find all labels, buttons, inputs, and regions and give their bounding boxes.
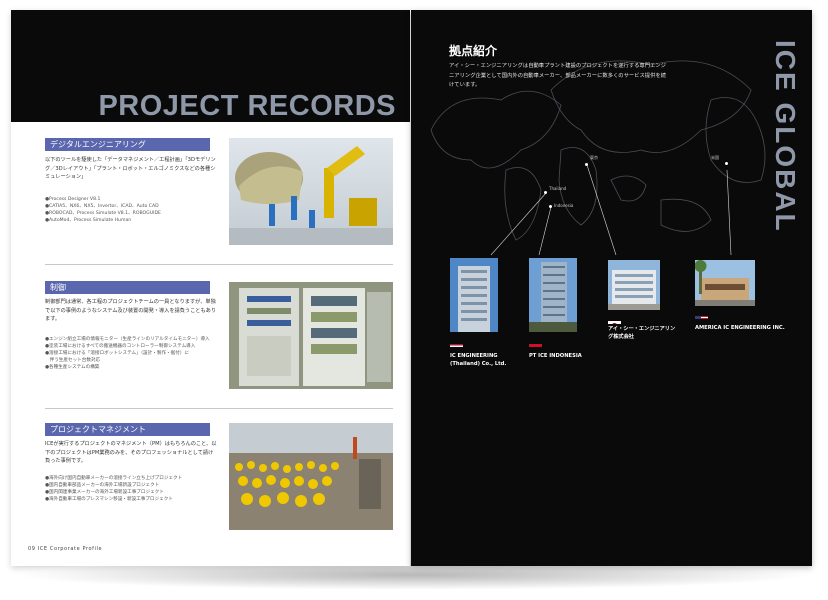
office-name-usa: AMERICA IC ENGINEERING INC. xyxy=(695,325,785,331)
list-item: ●海外自動車工場のプレスマシン移設・新設工事プロジェクト xyxy=(45,497,173,502)
example-list-control: ●エンジン組立工場の情報モニター（生産ラインのリアルタイムモニター）導入 ●塗装… xyxy=(45,336,217,371)
office-photo-thailand xyxy=(450,258,498,332)
usa-flag-icon xyxy=(695,310,708,319)
section-heading-project-management: プロジェクトマネジメント xyxy=(45,423,210,436)
city-label-usa: 米国 xyxy=(711,155,719,160)
map-marker xyxy=(549,205,552,208)
city-label-thailand: Thailand xyxy=(549,186,567,191)
list-item: ●エンジン組立工場の情報モニター（生産ラインのリアルタイムモニター）導入 xyxy=(45,337,210,342)
list-item: ●海外向け国内自動車メーカーの溶接ライン立ち上げプロジェクト xyxy=(45,476,183,481)
section-divider xyxy=(45,408,393,409)
office-name-thailand: IC ENGINEERING (Thailand) Co., Ltd. xyxy=(450,353,507,367)
section-body-digital-engineering: 以下のツールを駆使した「データマネジメント／工程計画」「3Dモデリング／3Dレイ… xyxy=(45,157,216,180)
section-heading-control: 制御 xyxy=(45,281,210,294)
list-item: ●CATIA5、NX6、NX5、Invertor、ICAD、Auto CAD xyxy=(45,204,159,209)
left-page: PROJECT RECORDS デジタルエンジニアリング 以下のツールを駆使した… xyxy=(11,10,410,566)
robot-simulation-photo xyxy=(229,138,393,245)
map-marker xyxy=(725,162,728,165)
map-marker xyxy=(585,163,588,166)
office-photo-indonesia xyxy=(529,258,577,332)
list-item: 伴う生産セット台数対応 xyxy=(45,358,101,363)
office-photo-japan xyxy=(608,260,660,310)
city-label-tokyo: 東京 xyxy=(590,155,598,160)
section-heading-digital-engineering: デジタルエンジニアリング xyxy=(45,138,210,151)
indonesia-flag-icon xyxy=(529,338,542,347)
section-body-control: 制御部門は通常、各工程のプロジェクトチームの一員となりますが、単独で以下の事例の… xyxy=(45,299,217,322)
page-footer: 09 ICE Corporate Profile xyxy=(28,546,103,552)
japan-flag-icon xyxy=(608,315,621,324)
tool-list-digital-engineering: ●Process Designer V8.1 ●CATIA5、NX6、NX5、I… xyxy=(45,196,217,224)
office-name-indonesia: PT ICE INDONESIA xyxy=(529,353,582,359)
workers-photo xyxy=(229,423,393,530)
example-list-project-management: ●海外向け国内自動車メーカーの溶接ライン立ち上げプロジェクト ●国内自動車部品メ… xyxy=(45,475,217,503)
vertical-title: ICE GLOBAL xyxy=(770,40,801,233)
control-panel-photo xyxy=(229,282,393,389)
map-marker xyxy=(544,191,547,194)
right-page: 拠点紹介 アイ・シー・エンジニアリングは自動車プラント建設のプロジェクトを遂行す… xyxy=(411,10,812,566)
list-item: ●国内関連事業メーカーの海外工場新設工事プロジェクト xyxy=(45,490,164,495)
section-title: 拠点紹介 xyxy=(449,44,498,58)
office-photo-usa xyxy=(695,260,755,306)
section-divider xyxy=(45,264,393,265)
section-description: アイ・シー・エンジニアリングは自動車プラント建設のプロジェクトを遂行する専門エン… xyxy=(449,63,666,88)
list-item: ●塗装工場におけるすべての搬送機器のコントローラー制御システム導入 xyxy=(45,344,196,349)
section-body-project-management: ICEが実行するプロジェクトのマネジメント（PM）はもちろんのこと、以下のプロジ… xyxy=(45,441,217,464)
list-item: ●ROBOCAD、Process Simulate V8.1、ROBOGUIDE xyxy=(45,211,161,216)
office-name-japan: アイ・シー・エンジニアリング株式会社 xyxy=(608,326,676,340)
list-item: ●AutoMod、Process Simulate Human xyxy=(45,218,132,223)
page-title: PROJECT RECORDS xyxy=(98,90,396,122)
list-item: ●Process Designer V8.1 xyxy=(45,197,101,202)
thailand-flag-icon xyxy=(450,338,463,347)
list-item: ●溶接工場における「溶接ロボットシステム」（設計・製作・据付）に xyxy=(45,351,189,356)
city-label-indonesia: Indonesia xyxy=(554,203,574,208)
list-item: ●国内自動車部品メーカーの海外工場新設プロジェクト xyxy=(45,483,160,488)
list-item: ●各種生産システムの構築 xyxy=(45,365,100,370)
